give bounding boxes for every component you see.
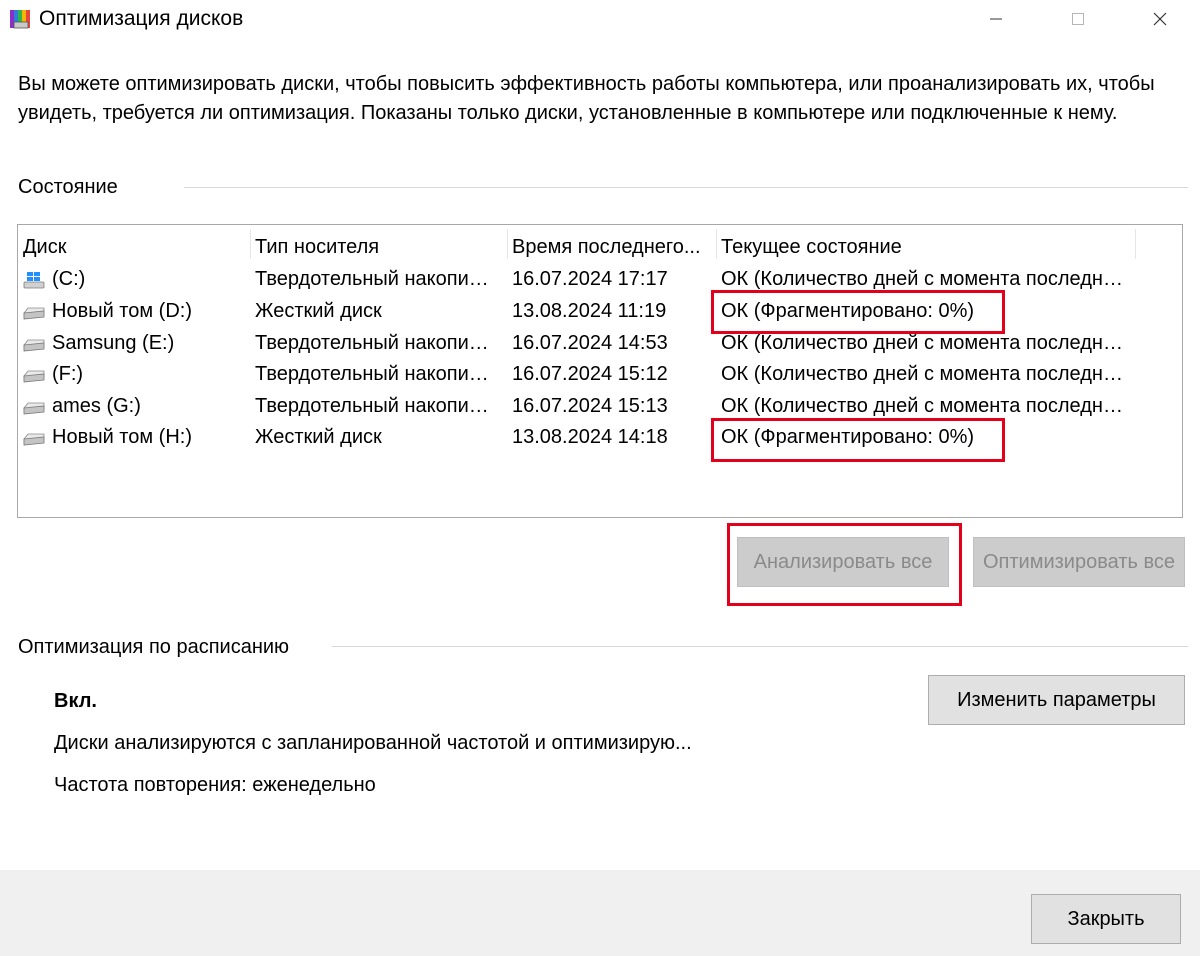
status-divider (184, 187, 1188, 188)
drive-row[interactable]: Samsung (E:) Твердотельный накопитель 16… (18, 328, 1182, 359)
column-header-last-run[interactable]: Время последнего... (512, 233, 714, 261)
schedule-frequency: Частота повторения: еженедельно (54, 774, 376, 796)
schedule-state: Вкл. (54, 690, 97, 712)
drive-status: ОК (Количество дней с момента последней … (721, 395, 1126, 417)
drive-last-run: 16.07.2024 17:17 (512, 268, 668, 290)
drive-row[interactable]: (F:) Твердотельный накопитель 16.07.2024… (18, 359, 1182, 390)
drive-list[interactable]: Диск Тип носителя Время последнего... Те… (17, 224, 1183, 518)
drive-name: Samsung (E:) (52, 332, 175, 354)
drive-last-run: 13.08.2024 14:18 (512, 426, 668, 448)
drive-row[interactable]: ames (G:) Твердотельный накопитель 16.07… (18, 391, 1182, 422)
column-divider[interactable] (1135, 229, 1136, 259)
close-button[interactable]: Закрыть (1031, 894, 1181, 944)
drive-name: ames (G:) (52, 395, 141, 417)
schedule-divider (332, 646, 1188, 647)
minimize-icon (990, 18, 1002, 20)
drive-icon (23, 339, 45, 352)
drive-name: Новый том (H:) (52, 426, 192, 448)
maximize-button[interactable] (1036, 0, 1120, 38)
drive-icon (23, 370, 45, 383)
column-header-media-type[interactable]: Тип носителя (255, 233, 505, 261)
drive-row[interactable]: (C:) Твердотельный накопитель 16.07.2024… (18, 264, 1182, 295)
minimize-button[interactable] (954, 0, 1038, 38)
close-window-button[interactable] (1118, 0, 1200, 38)
schedule-section-label: Оптимизация по расписанию (18, 634, 300, 660)
change-settings-button[interactable]: Изменить параметры (928, 675, 1185, 725)
drive-media-type: Твердотельный накопитель (255, 395, 495, 417)
drive-status: ОК (Количество дней с момента последней … (721, 332, 1126, 354)
defrag-app-icon (10, 10, 30, 29)
drive-media-type: Жесткий диск (255, 426, 382, 448)
window-title: Оптимизация дисков (39, 7, 244, 30)
drive-media-type: Твердотельный накопитель (255, 363, 495, 385)
drive-last-run: 16.07.2024 15:13 (512, 395, 668, 417)
drive-status: ОК (Количество дней с момента последней … (721, 268, 1126, 290)
schedule-description: Диски анализируются с запланированной ча… (54, 732, 692, 754)
drive-icon (23, 433, 45, 446)
drive-icon (23, 402, 45, 415)
column-divider[interactable] (250, 229, 251, 259)
column-header-current-status[interactable]: Текущее состояние (721, 233, 1131, 261)
windows-drive-icon (23, 272, 45, 289)
close-icon (1153, 12, 1167, 26)
column-divider[interactable] (507, 229, 508, 259)
drive-row[interactable]: Новый том (H:) Жесткий диск 13.08.2024 1… (18, 422, 1182, 453)
drive-name: (C:) (52, 268, 86, 290)
drive-status: ОК (Количество дней с момента последней … (721, 363, 1126, 385)
status-section-label: Состояние (18, 174, 128, 200)
column-divider[interactable] (716, 229, 717, 259)
title-bar: Оптимизация дисков (0, 0, 1200, 38)
column-header-disk[interactable]: Диск (23, 233, 248, 261)
drive-media-type: Твердотельный накопитель (255, 268, 495, 290)
optimize-all-button[interactable]: Оптимизировать все (973, 537, 1185, 587)
drive-media-type: Жесткий диск (255, 300, 382, 322)
drive-last-run: 16.07.2024 14:53 (512, 332, 668, 354)
drive-name: Новый том (D:) (52, 300, 192, 322)
drive-status: ОК (Фрагментировано: 0%) (721, 426, 975, 448)
maximize-icon (1072, 13, 1084, 25)
footer-bar: Закрыть (0, 870, 1200, 956)
drive-last-run: 13.08.2024 11:19 (512, 300, 667, 322)
analyze-all-button[interactable]: Анализировать все (737, 537, 949, 587)
drive-row[interactable]: Новый том (D:) Жесткий диск 13.08.2024 1… (18, 296, 1182, 327)
drive-status: ОК (Фрагментировано: 0%) (721, 300, 975, 322)
drive-last-run: 16.07.2024 15:12 (512, 363, 668, 385)
drive-name: (F:) (52, 363, 84, 385)
drive-icon (23, 307, 45, 320)
intro-text: Вы можете оптимизировать диски, чтобы по… (18, 73, 1155, 124)
drive-media-type: Твердотельный накопитель (255, 332, 495, 354)
